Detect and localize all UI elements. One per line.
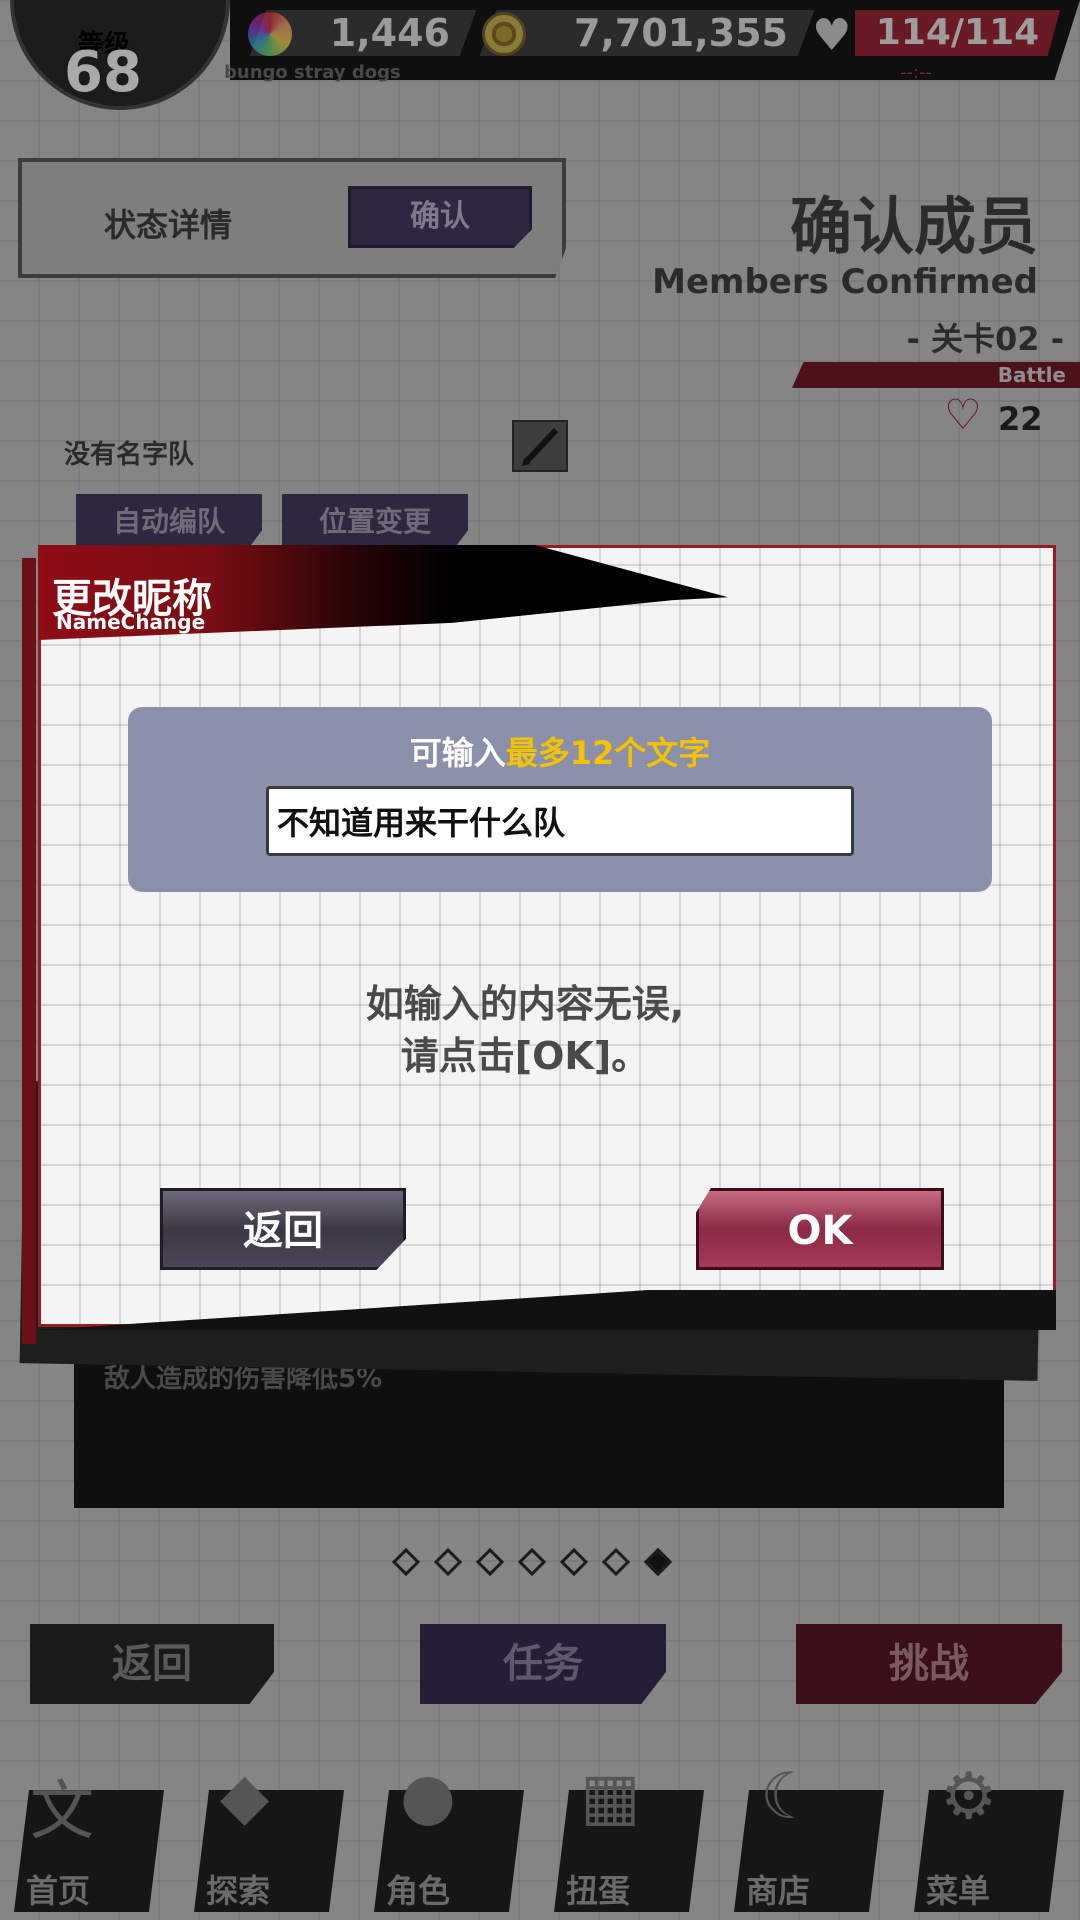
shop-icon: ☾ — [760, 1760, 818, 1834]
level-value: 68 — [64, 40, 142, 105]
coin-icon — [482, 12, 526, 56]
game-subtitle: bungo stray dogs — [224, 62, 401, 83]
battle-tag: Battle — [792, 362, 1080, 388]
nickname-input[interactable] — [266, 786, 854, 856]
explore-icon: ◆ — [220, 1760, 270, 1834]
coin-counter: 7,701,355 — [479, 10, 815, 56]
input-hint-limit: 最多12个文字 — [505, 734, 711, 772]
nav-shop-label: 商店 — [746, 1872, 811, 1910]
dialog-back-button[interactable]: 返回 — [160, 1188, 406, 1270]
ap-cost: 22 — [998, 400, 1043, 438]
edit-team-name-button[interactable] — [512, 420, 568, 472]
task-button[interactable]: 任务 — [420, 1624, 666, 1704]
nav-gacha-label: 扭蛋 — [566, 1872, 631, 1910]
gem-icon — [248, 12, 292, 56]
ap-timer: --:-- — [900, 62, 933, 83]
position-change-button[interactable]: 位置变更 — [282, 494, 468, 550]
nav-home-label: 首页 — [26, 1872, 91, 1910]
pencil-icon — [522, 427, 559, 466]
back-button[interactable]: 返回 — [30, 1624, 274, 1704]
page-dot-active[interactable] — [643, 1547, 673, 1577]
status-details-label: 状态详情 — [104, 206, 233, 244]
confirmation-line-2: 请点击[OK]。 — [400, 1034, 650, 1078]
gacha-icon: ▦ — [580, 1760, 641, 1834]
page-indicator — [391, 1547, 673, 1577]
auto-formation-button[interactable]: 自动编队 — [76, 494, 262, 550]
nav-explore-label: 探索 — [206, 1872, 271, 1910]
page-dot[interactable] — [391, 1547, 421, 1577]
input-hint: 可输入最多12个文字 — [128, 728, 992, 774]
challenge-button[interactable]: 挑战 — [796, 1624, 1062, 1704]
ap-cost-icon: ♡ — [944, 390, 982, 439]
input-hint-prefix: 可输入 — [409, 734, 506, 772]
status-confirm-button[interactable]: 确认 — [348, 186, 532, 248]
dialog-ok-button[interactable]: OK — [696, 1188, 944, 1270]
modal-red-edge — [22, 558, 36, 1344]
dialog-title-en: NameChange — [56, 610, 206, 634]
nav-menu-label: 菜单 — [926, 1872, 991, 1910]
nav-characters-label: 角色 — [386, 1872, 451, 1910]
page-dot[interactable] — [433, 1547, 463, 1577]
menu-gear-icon: ⚙ — [940, 1760, 998, 1834]
coin-count: 7,701,355 — [574, 11, 788, 55]
page-dot[interactable] — [517, 1547, 547, 1577]
characters-icon: ● — [400, 1760, 456, 1834]
confirmation-message: 如输入的内容无误, 请点击[OK]。 — [240, 978, 810, 1082]
page-dot[interactable] — [601, 1547, 631, 1577]
confirmation-line-1: 如输入的内容无误, — [365, 982, 685, 1026]
stage-label: - 关卡02 - — [906, 320, 1064, 358]
team-name: 没有名字队 — [64, 440, 195, 470]
ap-counter: 114/114 — [855, 10, 1060, 56]
page-dot[interactable] — [475, 1547, 505, 1577]
home-icon: 文 — [30, 1775, 94, 1849]
page-dot[interactable] — [559, 1547, 589, 1577]
page-title-en: Members Confirmed — [652, 262, 1038, 302]
ap-heart-icon: ♥ — [812, 10, 852, 61]
page-title: 确认成员 — [789, 190, 1038, 263]
